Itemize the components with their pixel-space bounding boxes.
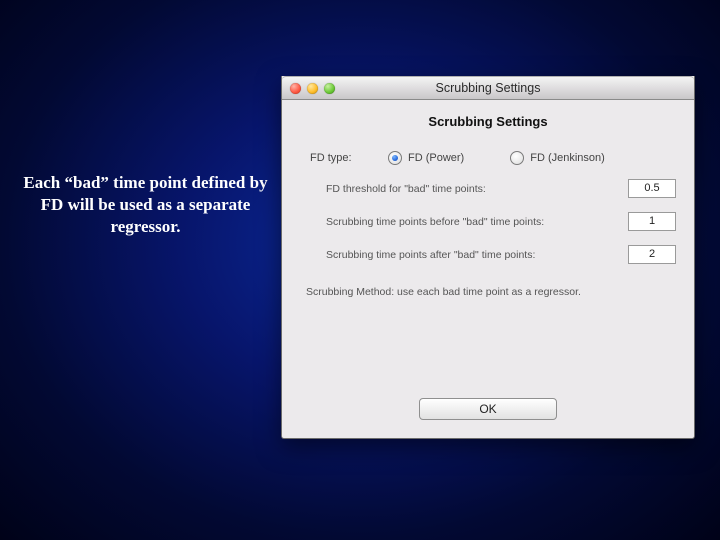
radio-fd-jenkinson[interactable]: FD (Jenkinson) xyxy=(510,151,605,165)
scrub-before-label: Scrubbing time points before "bad" time … xyxy=(326,216,628,228)
fd-type-label: FD type: xyxy=(310,152,388,164)
fd-threshold-input[interactable]: 0.5 xyxy=(628,179,676,198)
dialog-actions: OK xyxy=(282,398,694,420)
scrub-after-input[interactable]: 2 xyxy=(628,245,676,264)
dialog-window: Scrubbing Settings Scrubbing Settings FD… xyxy=(281,76,695,439)
dialog-heading: Scrubbing Settings xyxy=(282,114,694,129)
zoom-icon[interactable] xyxy=(324,83,335,94)
fd-threshold-label: FD threshold for "bad" time points: xyxy=(326,183,628,195)
fd-type-radio-group: FD (Power) FD (Jenkinson) xyxy=(388,151,605,165)
radio-label: FD (Power) xyxy=(408,152,464,164)
slide-background: Each “bad” time point defined by FD will… xyxy=(0,0,720,540)
ok-button[interactable]: OK xyxy=(419,398,557,420)
window-body: Scrubbing Settings FD type: FD (Power) F… xyxy=(282,100,694,438)
traffic-lights xyxy=(290,83,335,94)
minimize-icon[interactable] xyxy=(307,83,318,94)
close-icon[interactable] xyxy=(290,83,301,94)
scrub-before-row: Scrubbing time points before "bad" time … xyxy=(326,212,676,231)
radio-label: FD (Jenkinson) xyxy=(530,152,605,164)
radio-fd-power[interactable]: FD (Power) xyxy=(388,151,464,165)
slide-caption: Each “bad” time point defined by FD will… xyxy=(18,172,273,238)
scrub-before-input[interactable]: 1 xyxy=(628,212,676,231)
fd-threshold-row: FD threshold for "bad" time points: 0.5 xyxy=(326,179,676,198)
radio-icon xyxy=(510,151,524,165)
scrub-after-label: Scrubbing time points after "bad" time p… xyxy=(326,249,628,261)
fd-type-row: FD type: FD (Power) FD (Jenkinson) xyxy=(310,151,694,165)
scrub-after-row: Scrubbing time points after "bad" time p… xyxy=(326,245,676,264)
radio-icon xyxy=(388,151,402,165)
scrub-method-note: Scrubbing Method: use each bad time poin… xyxy=(306,286,676,298)
titlebar[interactable]: Scrubbing Settings xyxy=(282,76,694,100)
window-title: Scrubbing Settings xyxy=(282,81,694,95)
